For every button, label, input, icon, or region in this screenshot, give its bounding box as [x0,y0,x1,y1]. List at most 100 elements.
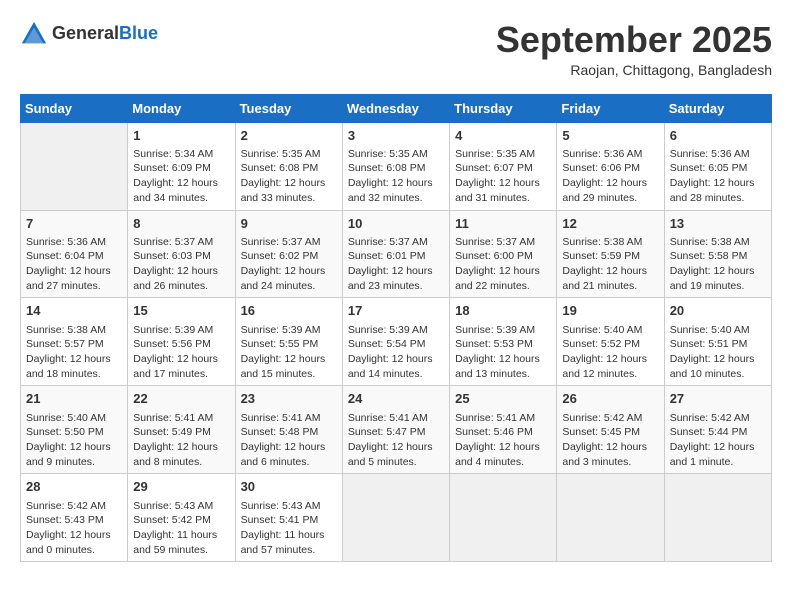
day-number: 20 [670,302,766,320]
day-number: 1 [133,127,229,145]
day-info: Sunrise: 5:38 AM Sunset: 5:58 PM Dayligh… [670,235,766,294]
title-area: September 2025 Raojan, Chittagong, Bangl… [496,20,772,78]
day-info: Sunrise: 5:39 AM Sunset: 5:55 PM Dayligh… [241,323,337,382]
day-number: 7 [26,215,122,233]
calendar-cell: 17 Sunrise: 5:39 AM Sunset: 5:54 PM Dayli… [342,298,449,386]
day-number: 8 [133,215,229,233]
day-number: 22 [133,390,229,408]
day-info: Sunrise: 5:35 AM Sunset: 6:08 PM Dayligh… [348,147,444,206]
logo-icon [20,20,48,48]
day-info: Sunrise: 5:43 AM Sunset: 5:42 PM Dayligh… [133,499,229,558]
calendar-cell: 30Sunrise: 5:43 AM Sunset: 5:41 PM Dayli… [235,474,342,562]
calendar-cell: 5 Sunrise: 5:36 AM Sunset: 6:06 PM Daylig… [557,122,664,210]
day-info: Sunrise: 5:36 AM Sunset: 6:05 PM Dayligh… [670,147,766,206]
logo-general: GeneralBlue [52,24,158,44]
day-number: 13 [670,215,766,233]
day-number: 5 [562,127,658,145]
calendar-cell: 23 Sunrise: 5:41 AM Sunset: 5:48 PM Dayli… [235,386,342,474]
calendar-week-2: 7 Sunrise: 5:36 AM Sunset: 6:04 PM Daylig… [21,210,772,298]
calendar-week-1: 1 Sunrise: 5:34 AM Sunset: 6:09 PM Daylig… [21,122,772,210]
day-info: Sunrise: 5:41 AM Sunset: 5:46 PM Dayligh… [455,411,551,470]
day-number: 23 [241,390,337,408]
calendar-week-3: 14Sunrise: 5:38 AM Sunset: 5:57 PM Dayli… [21,298,772,386]
col-header-saturday: Saturday [664,94,771,122]
location-subtitle: Raojan, Chittagong, Bangladesh [496,62,772,78]
day-number: 30 [241,478,337,496]
day-info: Sunrise: 5:35 AM Sunset: 6:08 PM Dayligh… [241,147,337,206]
day-number: 24 [348,390,444,408]
calendar-cell: 25 Sunrise: 5:41 AM Sunset: 5:46 PM Dayli… [450,386,557,474]
day-number: 21 [26,390,122,408]
calendar-cell: 18 Sunrise: 5:39 AM Sunset: 5:53 PM Dayli… [450,298,557,386]
calendar-cell: 22 Sunrise: 5:41 AM Sunset: 5:49 PM Dayli… [128,386,235,474]
day-info: Sunrise: 5:41 AM Sunset: 5:47 PM Dayligh… [348,411,444,470]
calendar-cell: 26 Sunrise: 5:42 AM Sunset: 5:45 PM Dayli… [557,386,664,474]
calendar-cell: 12 Sunrise: 5:38 AM Sunset: 5:59 PM Dayli… [557,210,664,298]
day-number: 29 [133,478,229,496]
calendar-cell: 15 Sunrise: 5:39 AM Sunset: 5:56 PM Dayli… [128,298,235,386]
calendar-cell: 7 Sunrise: 5:36 AM Sunset: 6:04 PM Daylig… [21,210,128,298]
day-number: 3 [348,127,444,145]
calendar-cell: 19Sunrise: 5:40 AM Sunset: 5:52 PM Dayli… [557,298,664,386]
calendar-cell: 4Sunrise: 5:35 AM Sunset: 6:07 PM Daylig… [450,122,557,210]
day-number: 26 [562,390,658,408]
calendar-header-row: SundayMondayTuesdayWednesdayThursdayFrid… [21,94,772,122]
day-info: Sunrise: 5:41 AM Sunset: 5:48 PM Dayligh… [241,411,337,470]
calendar-cell [557,474,664,562]
day-info: Sunrise: 5:42 AM Sunset: 5:44 PM Dayligh… [670,411,766,470]
logo: GeneralBlue [20,20,158,48]
day-number: 15 [133,302,229,320]
calendar-cell: 27 Sunrise: 5:42 AM Sunset: 5:44 PM Dayli… [664,386,771,474]
day-info: Sunrise: 5:34 AM Sunset: 6:09 PM Dayligh… [133,147,229,206]
day-info: Sunrise: 5:39 AM Sunset: 5:54 PM Dayligh… [348,323,444,382]
day-info: Sunrise: 5:40 AM Sunset: 5:51 PM Dayligh… [670,323,766,382]
calendar-cell [342,474,449,562]
calendar-cell [664,474,771,562]
calendar-cell: 16 Sunrise: 5:39 AM Sunset: 5:55 PM Dayli… [235,298,342,386]
calendar-cell: 2Sunrise: 5:35 AM Sunset: 6:08 PM Daylig… [235,122,342,210]
day-number: 27 [670,390,766,408]
calendar-cell: 21 Sunrise: 5:40 AM Sunset: 5:50 PM Dayli… [21,386,128,474]
day-number: 19 [562,302,658,320]
day-number: 25 [455,390,551,408]
calendar-cell: 1 Sunrise: 5:34 AM Sunset: 6:09 PM Daylig… [128,122,235,210]
day-info: Sunrise: 5:37 AM Sunset: 6:02 PM Dayligh… [241,235,337,294]
day-number: 9 [241,215,337,233]
col-header-tuesday: Tuesday [235,94,342,122]
day-info: Sunrise: 5:37 AM Sunset: 6:01 PM Dayligh… [348,235,444,294]
day-info: Sunrise: 5:36 AM Sunset: 6:06 PM Dayligh… [562,147,658,206]
day-info: Sunrise: 5:42 AM Sunset: 5:45 PM Dayligh… [562,411,658,470]
col-header-wednesday: Wednesday [342,94,449,122]
month-title: September 2025 [496,20,772,60]
calendar-cell: 13 Sunrise: 5:38 AM Sunset: 5:58 PM Dayli… [664,210,771,298]
calendar-cell: 29 Sunrise: 5:43 AM Sunset: 5:42 PM Dayli… [128,474,235,562]
col-header-friday: Friday [557,94,664,122]
calendar-week-4: 21 Sunrise: 5:40 AM Sunset: 5:50 PM Dayli… [21,386,772,474]
day-info: Sunrise: 5:39 AM Sunset: 5:56 PM Dayligh… [133,323,229,382]
day-info: Sunrise: 5:38 AM Sunset: 5:59 PM Dayligh… [562,235,658,294]
col-header-sunday: Sunday [21,94,128,122]
day-info: Sunrise: 5:40 AM Sunset: 5:50 PM Dayligh… [26,411,122,470]
calendar-cell: 20 Sunrise: 5:40 AM Sunset: 5:51 PM Dayli… [664,298,771,386]
calendar-cell: 11 Sunrise: 5:37 AM Sunset: 6:00 PM Dayli… [450,210,557,298]
day-info: Sunrise: 5:41 AM Sunset: 5:49 PM Dayligh… [133,411,229,470]
calendar-cell: 8 Sunrise: 5:37 AM Sunset: 6:03 PM Daylig… [128,210,235,298]
day-info: Sunrise: 5:37 AM Sunset: 6:03 PM Dayligh… [133,235,229,294]
calendar-table: SundayMondayTuesdayWednesdayThursdayFrid… [20,94,772,563]
calendar-week-5: 28Sunrise: 5:42 AM Sunset: 5:43 PM Dayli… [21,474,772,562]
calendar-cell: 10Sunrise: 5:37 AM Sunset: 6:01 PM Dayli… [342,210,449,298]
day-number: 12 [562,215,658,233]
day-number: 28 [26,478,122,496]
day-info: Sunrise: 5:36 AM Sunset: 6:04 PM Dayligh… [26,235,122,294]
calendar-cell: 9 Sunrise: 5:37 AM Sunset: 6:02 PM Daylig… [235,210,342,298]
day-info: Sunrise: 5:35 AM Sunset: 6:07 PM Dayligh… [455,147,551,206]
day-number: 6 [670,127,766,145]
day-info: Sunrise: 5:39 AM Sunset: 5:53 PM Dayligh… [455,323,551,382]
calendar-cell [21,122,128,210]
day-number: 18 [455,302,551,320]
day-info: Sunrise: 5:37 AM Sunset: 6:00 PM Dayligh… [455,235,551,294]
day-number: 17 [348,302,444,320]
day-number: 16 [241,302,337,320]
day-number: 11 [455,215,551,233]
day-info: Sunrise: 5:38 AM Sunset: 5:57 PM Dayligh… [26,323,122,382]
